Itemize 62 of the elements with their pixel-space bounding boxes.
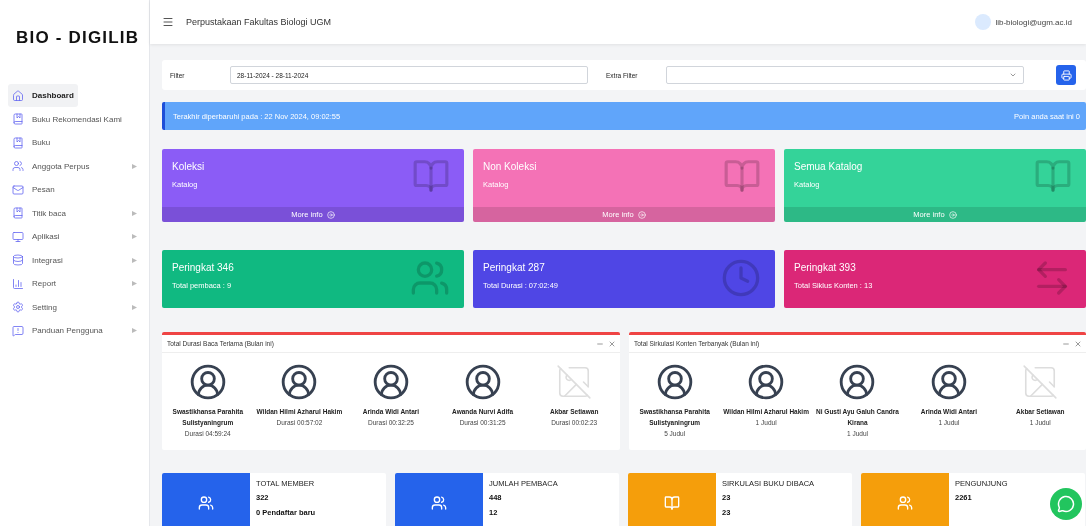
- broken-image-icon: [555, 363, 594, 401]
- book-icon: [1034, 157, 1072, 195]
- menu-item-icon: [12, 230, 24, 243]
- arrow-circle-icon: [948, 210, 957, 219]
- sidebar-item[interactable]: Pesan: [8, 178, 141, 201]
- user-avatar-icon: [280, 363, 319, 401]
- sidebar-item[interactable]: Report: [8, 272, 141, 295]
- menu-item-icon: [12, 207, 24, 219]
- app-logo: BIO - DIGILIB: [15, 28, 141, 48]
- sidebar-item[interactable]: Panduan Pengguna: [8, 319, 141, 342]
- users-icon: [198, 495, 214, 511]
- clock-icon: [721, 258, 761, 298]
- arrow-circle-icon: [637, 210, 646, 219]
- menu-item-icon: [12, 254, 24, 266]
- users-icon: [897, 495, 913, 511]
- card-title: Peringkat 393: [794, 262, 856, 273]
- menu-item-icon: [12, 89, 24, 102]
- sidebar-item[interactable]: Integrasi: [8, 248, 141, 272]
- book-icon: [664, 495, 680, 511]
- menu-item-icon: [12, 277, 24, 290]
- sidebar-item[interactable]: Dashboard: [8, 84, 78, 107]
- sidebar-item[interactable]: Anggota Perpus: [8, 154, 141, 178]
- user-avatar-icon: [747, 363, 786, 401]
- menu-item-icon: [12, 160, 24, 172]
- menu-item-icon: [12, 136, 24, 149]
- user-avatar-icon: [188, 363, 227, 401]
- page-title: Perpustakaan Fakultas Biologi UGM: [186, 17, 333, 27]
- printer-icon: [1060, 69, 1072, 81]
- sidebar-item[interactable]: Setting: [8, 295, 141, 319]
- user-avatar[interactable]: [975, 14, 992, 30]
- user-avatar-icon: [655, 363, 694, 401]
- user-avatar-icon: [838, 363, 877, 401]
- user-email[interactable]: lib-biologi@ugm.ac.id: [995, 17, 1072, 27]
- broken-image-icon: [1021, 363, 1060, 401]
- book-icon: [723, 157, 761, 195]
- user-avatar-icon: [372, 363, 410, 401]
- sidebar-item[interactable]: Buku: [8, 131, 141, 154]
- sidebar-item[interactable]: Buku Rekomendasi Kami: [8, 107, 141, 131]
- card-title: Non Koleksi: [483, 161, 537, 172]
- close-icon[interactable]: [1074, 339, 1082, 348]
- card-title: Peringkat 287: [483, 262, 545, 273]
- menu-item-icon: [12, 324, 24, 337]
- print-button[interactable]: [1056, 65, 1076, 85]
- arrow-circle-icon: [326, 210, 335, 219]
- menu-item-icon: [12, 301, 24, 313]
- users-icon: [410, 258, 450, 298]
- menu-item-icon: [12, 113, 24, 125]
- sidebar-item[interactable]: Aplikasi: [8, 225, 141, 248]
- chevron-down-icon: [1009, 71, 1017, 79]
- user-avatar-icon: [929, 363, 968, 401]
- user-avatar-icon: [463, 363, 502, 401]
- users-icon: [431, 495, 447, 511]
- menu-icon[interactable]: [162, 16, 174, 28]
- card-title: Peringkat 346: [172, 262, 234, 273]
- extra-filter-select[interactable]: [666, 66, 1024, 84]
- book-icon: [412, 157, 450, 195]
- sidebar-item[interactable]: Titik baca: [8, 201, 141, 225]
- close-icon[interactable]: [608, 339, 616, 348]
- chat-bubble-icon: [1057, 495, 1075, 513]
- card-title: Koleksi: [172, 161, 205, 172]
- card-title: Semua Katalog: [794, 161, 863, 172]
- menu-item-icon: [12, 183, 24, 196]
